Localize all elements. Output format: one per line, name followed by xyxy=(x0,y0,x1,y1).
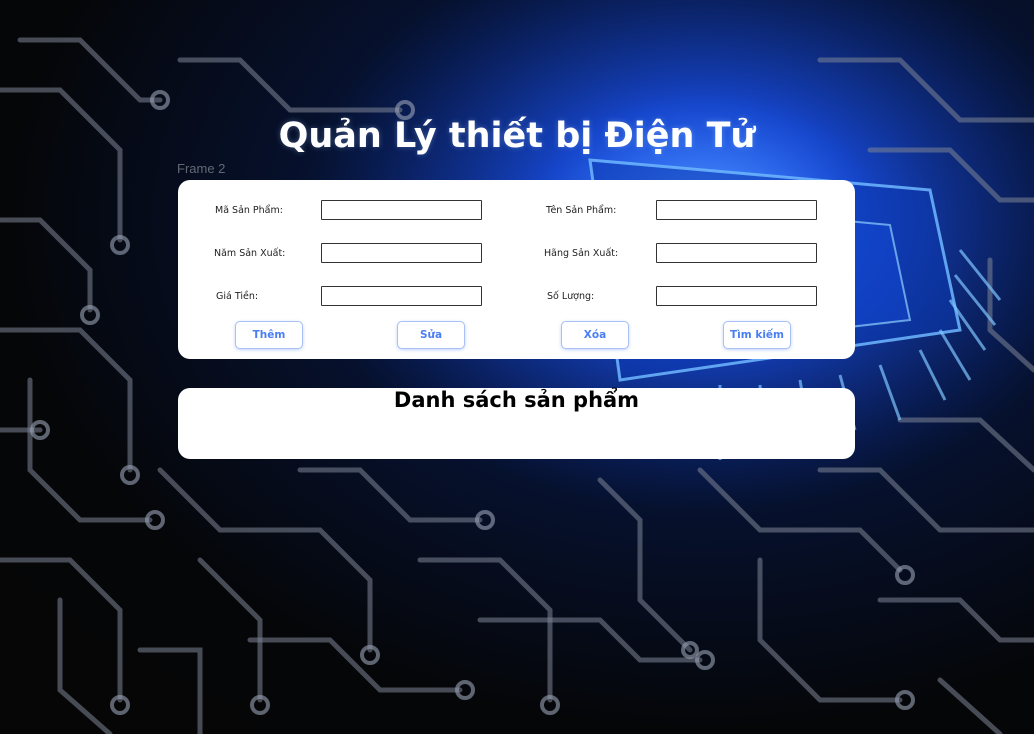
product-code-input[interactable] xyxy=(321,200,482,220)
circuit-board-background xyxy=(0,0,1034,734)
manufacture-year-input[interactable] xyxy=(321,243,482,263)
search-button[interactable]: Tìm kiếm xyxy=(723,321,791,349)
app-window: Quản Lý thiết bị Điện Tử Frame 2 Mã Sản … xyxy=(0,0,1034,734)
product-list-title: Danh sách sản phẩm xyxy=(393,388,640,412)
page-title: Quản Lý thiết bị Điện Tử xyxy=(278,116,756,156)
product-code-label: Mã Sản Phẩm: xyxy=(215,205,283,216)
add-button[interactable]: Thêm xyxy=(235,321,303,349)
quantity-label: Số Lượng: xyxy=(547,291,595,302)
edit-button[interactable]: Sửa xyxy=(397,321,465,349)
product-name-label: Tên Sản Phẩm: xyxy=(546,205,617,216)
product-name-input[interactable] xyxy=(656,200,817,220)
delete-button[interactable]: Xóa xyxy=(561,321,629,349)
quantity-input[interactable] xyxy=(656,286,817,306)
price-input[interactable] xyxy=(321,286,482,306)
price-label: Giá Tiền: xyxy=(216,291,259,302)
product-form-panel: Mã Sản Phẩm: Tên Sản Phẩm: Năm Sản Xuất:… xyxy=(178,180,855,359)
product-list-panel: Danh sách sản phẩm xyxy=(178,388,855,459)
frame-label: Frame 2 xyxy=(177,161,226,176)
manufacturer-input[interactable] xyxy=(656,243,817,263)
manufacture-year-label: Năm Sản Xuất: xyxy=(214,248,286,259)
manufacturer-label: Hãng Sản Xuất: xyxy=(544,248,619,259)
